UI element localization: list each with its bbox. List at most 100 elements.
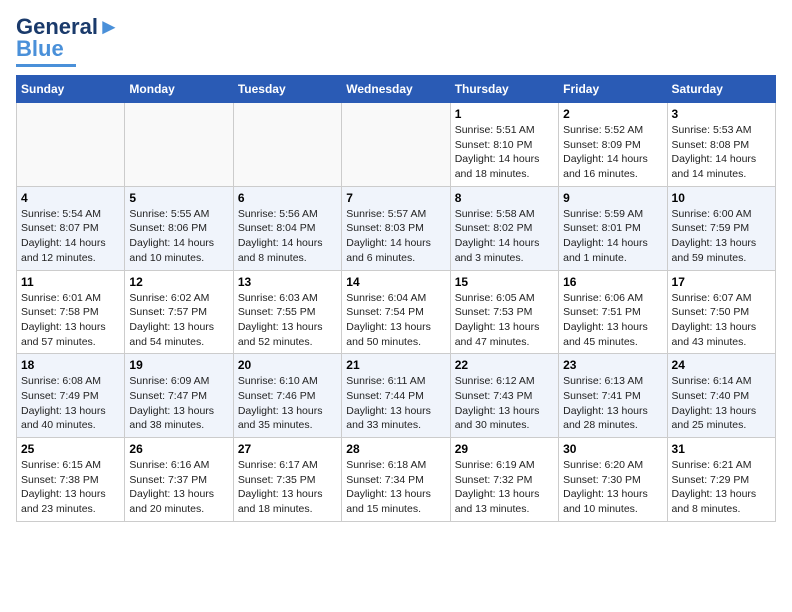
calendar-cell: 14 Sunrise: 6:04 AM Sunset: 7:54 PM Dayli… <box>342 270 450 354</box>
day-info: Sunrise: 6:21 AM Sunset: 7:29 PM Dayligh… <box>672 458 771 517</box>
day-info: Sunrise: 6:07 AM Sunset: 7:50 PM Dayligh… <box>672 291 771 350</box>
day-number: 22 <box>455 358 554 372</box>
day-info: Sunrise: 6:20 AM Sunset: 7:30 PM Dayligh… <box>563 458 662 517</box>
day-number: 14 <box>346 275 445 289</box>
day-info: Sunrise: 5:59 AM Sunset: 8:01 PM Dayligh… <box>563 207 662 266</box>
day-number: 9 <box>563 191 662 205</box>
day-info: Sunrise: 6:00 AM Sunset: 7:59 PM Dayligh… <box>672 207 771 266</box>
day-number: 21 <box>346 358 445 372</box>
day-number: 2 <box>563 107 662 121</box>
day-info: Sunrise: 5:56 AM Sunset: 8:04 PM Dayligh… <box>238 207 337 266</box>
calendar-cell: 9 Sunrise: 5:59 AM Sunset: 8:01 PM Daylig… <box>559 186 667 270</box>
day-number: 25 <box>21 442 120 456</box>
calendar-week-3: 11Sunrise: 6:01 AM Sunset: 7:58 PM Dayli… <box>17 270 776 354</box>
column-header-tuesday: Tuesday <box>233 76 341 103</box>
logo-underline <box>16 64 76 67</box>
calendar-cell: 18 Sunrise: 6:08 AM Sunset: 7:49 PM Dayli… <box>17 354 125 438</box>
calendar-cell: 31 Sunrise: 6:21 AM Sunset: 7:29 PM Dayli… <box>667 438 775 522</box>
column-header-friday: Friday <box>559 76 667 103</box>
day-info: Sunrise: 6:09 AM Sunset: 7:47 PM Dayligh… <box>129 374 228 433</box>
calendar-cell: 12 Sunrise: 6:02 AM Sunset: 7:57 PM Dayli… <box>125 270 233 354</box>
day-number: 27 <box>238 442 337 456</box>
day-info: Sunrise: 6:04 AM Sunset: 7:54 PM Dayligh… <box>346 291 445 350</box>
column-header-monday: Monday <box>125 76 233 103</box>
day-info: Sunrise: 6:03 AM Sunset: 7:55 PM Dayligh… <box>238 291 337 350</box>
page-header: General► Blue <box>16 16 776 67</box>
day-number: 12 <box>129 275 228 289</box>
day-number: 3 <box>672 107 771 121</box>
day-number: 30 <box>563 442 662 456</box>
calendar-cell: 8Sunrise: 5:58 AM Sunset: 8:02 PM Daylig… <box>450 186 558 270</box>
calendar-cell: 28Sunrise: 6:18 AM Sunset: 7:34 PM Dayli… <box>342 438 450 522</box>
day-info: Sunrise: 6:10 AM Sunset: 7:46 PM Dayligh… <box>238 374 337 433</box>
column-header-wednesday: Wednesday <box>342 76 450 103</box>
calendar-cell: 30 Sunrise: 6:20 AM Sunset: 7:30 PM Dayli… <box>559 438 667 522</box>
calendar-cell: 3 Sunrise: 5:53 AM Sunset: 8:08 PM Daylig… <box>667 103 775 187</box>
logo-text: General► <box>16 16 120 38</box>
day-number: 29 <box>455 442 554 456</box>
calendar-cell: 26 Sunrise: 6:16 AM Sunset: 7:37 PM Dayli… <box>125 438 233 522</box>
day-info: Sunrise: 6:06 AM Sunset: 7:51 PM Dayligh… <box>563 291 662 350</box>
calendar-cell: 22Sunrise: 6:12 AM Sunset: 7:43 PM Dayli… <box>450 354 558 438</box>
calendar-cell: 25 Sunrise: 6:15 AM Sunset: 7:38 PM Dayli… <box>17 438 125 522</box>
calendar-cell: 5 Sunrise: 5:55 AM Sunset: 8:06 PM Daylig… <box>125 186 233 270</box>
day-number: 1 <box>455 107 554 121</box>
day-info: Sunrise: 6:05 AM Sunset: 7:53 PM Dayligh… <box>455 291 554 350</box>
day-info: Sunrise: 6:11 AM Sunset: 7:44 PM Dayligh… <box>346 374 445 433</box>
day-number: 13 <box>238 275 337 289</box>
day-info: Sunrise: 6:14 AM Sunset: 7:40 PM Dayligh… <box>672 374 771 433</box>
day-info: Sunrise: 6:17 AM Sunset: 7:35 PM Dayligh… <box>238 458 337 517</box>
calendar-week-4: 18 Sunrise: 6:08 AM Sunset: 7:49 PM Dayli… <box>17 354 776 438</box>
day-info: Sunrise: 5:53 AM Sunset: 8:08 PM Dayligh… <box>672 123 771 182</box>
calendar-cell: 10 Sunrise: 6:00 AM Sunset: 7:59 PM Dayli… <box>667 186 775 270</box>
day-number: 28 <box>346 442 445 456</box>
calendar-week-2: 4Sunrise: 5:54 AM Sunset: 8:07 PM Daylig… <box>17 186 776 270</box>
day-number: 31 <box>672 442 771 456</box>
calendar-week-5: 25 Sunrise: 6:15 AM Sunset: 7:38 PM Dayli… <box>17 438 776 522</box>
logo-blue: Blue <box>16 36 64 62</box>
day-number: 4 <box>21 191 120 205</box>
day-info: Sunrise: 5:55 AM Sunset: 8:06 PM Dayligh… <box>129 207 228 266</box>
calendar-cell: 4Sunrise: 5:54 AM Sunset: 8:07 PM Daylig… <box>17 186 125 270</box>
day-number: 10 <box>672 191 771 205</box>
day-info: Sunrise: 6:16 AM Sunset: 7:37 PM Dayligh… <box>129 458 228 517</box>
calendar-week-1: 1Sunrise: 5:51 AM Sunset: 8:10 PM Daylig… <box>17 103 776 187</box>
calendar-cell <box>17 103 125 187</box>
day-number: 15 <box>455 275 554 289</box>
calendar-cell: 1Sunrise: 5:51 AM Sunset: 8:10 PM Daylig… <box>450 103 558 187</box>
calendar-cell: 29Sunrise: 6:19 AM Sunset: 7:32 PM Dayli… <box>450 438 558 522</box>
day-info: Sunrise: 6:01 AM Sunset: 7:58 PM Dayligh… <box>21 291 120 350</box>
calendar-cell: 7Sunrise: 5:57 AM Sunset: 8:03 PM Daylig… <box>342 186 450 270</box>
calendar-cell <box>342 103 450 187</box>
column-header-saturday: Saturday <box>667 76 775 103</box>
calendar-cell: 16 Sunrise: 6:06 AM Sunset: 7:51 PM Dayli… <box>559 270 667 354</box>
day-number: 24 <box>672 358 771 372</box>
day-info: Sunrise: 6:15 AM Sunset: 7:38 PM Dayligh… <box>21 458 120 517</box>
day-number: 8 <box>455 191 554 205</box>
calendar-cell: 11Sunrise: 6:01 AM Sunset: 7:58 PM Dayli… <box>17 270 125 354</box>
day-number: 5 <box>129 191 228 205</box>
calendar-cell: 19Sunrise: 6:09 AM Sunset: 7:47 PM Dayli… <box>125 354 233 438</box>
column-header-sunday: Sunday <box>17 76 125 103</box>
calendar-header-row: SundayMondayTuesdayWednesdayThursdayFrid… <box>17 76 776 103</box>
day-info: Sunrise: 6:02 AM Sunset: 7:57 PM Dayligh… <box>129 291 228 350</box>
calendar-cell: 20 Sunrise: 6:10 AM Sunset: 7:46 PM Dayli… <box>233 354 341 438</box>
day-info: Sunrise: 6:13 AM Sunset: 7:41 PM Dayligh… <box>563 374 662 433</box>
calendar-cell: 6Sunrise: 5:56 AM Sunset: 8:04 PM Daylig… <box>233 186 341 270</box>
calendar-cell: 15 Sunrise: 6:05 AM Sunset: 7:53 PM Dayli… <box>450 270 558 354</box>
day-number: 16 <box>563 275 662 289</box>
calendar-cell: 27 Sunrise: 6:17 AM Sunset: 7:35 PM Dayli… <box>233 438 341 522</box>
day-number: 20 <box>238 358 337 372</box>
day-number: 17 <box>672 275 771 289</box>
calendar-cell <box>125 103 233 187</box>
calendar-cell: 23 Sunrise: 6:13 AM Sunset: 7:41 PM Dayli… <box>559 354 667 438</box>
calendar-cell: 17 Sunrise: 6:07 AM Sunset: 7:50 PM Dayli… <box>667 270 775 354</box>
day-number: 18 <box>21 358 120 372</box>
calendar-cell: 2Sunrise: 5:52 AM Sunset: 8:09 PM Daylig… <box>559 103 667 187</box>
calendar-cell: 13 Sunrise: 6:03 AM Sunset: 7:55 PM Dayli… <box>233 270 341 354</box>
calendar-cell: 21 Sunrise: 6:11 AM Sunset: 7:44 PM Dayli… <box>342 354 450 438</box>
day-info: Sunrise: 6:08 AM Sunset: 7:49 PM Dayligh… <box>21 374 120 433</box>
calendar-cell <box>233 103 341 187</box>
day-number: 26 <box>129 442 228 456</box>
day-number: 23 <box>563 358 662 372</box>
